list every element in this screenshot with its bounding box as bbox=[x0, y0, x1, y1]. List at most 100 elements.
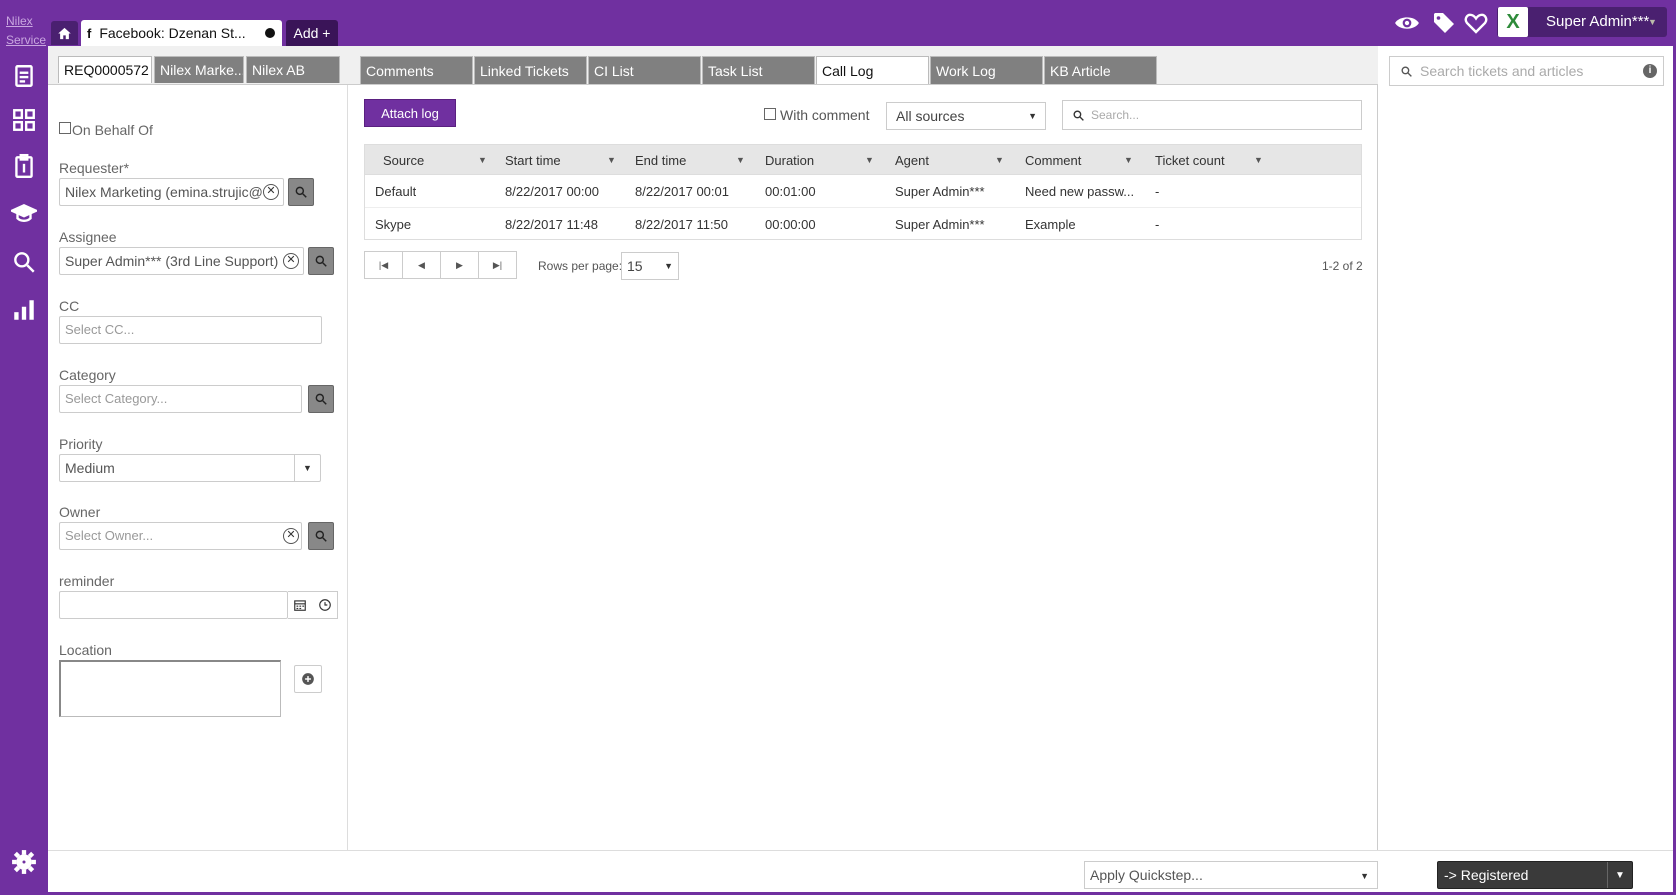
knowledge-icon[interactable] bbox=[8, 198, 40, 230]
status-button[interactable]: -> Registered ▼ bbox=[1437, 861, 1633, 889]
search-tickets-articles-input[interactable]: Search tickets and articles i bbox=[1389, 56, 1664, 86]
reports-icon[interactable] bbox=[8, 294, 40, 326]
column-header-ticket-count[interactable]: Ticket count bbox=[1155, 153, 1225, 168]
search-icon[interactable] bbox=[8, 246, 40, 278]
tickets-icon[interactable] bbox=[8, 60, 40, 92]
category-search-button[interactable] bbox=[308, 385, 334, 413]
dashboard-icon[interactable] bbox=[8, 104, 40, 136]
add-tab-button[interactable]: Add + bbox=[286, 20, 338, 46]
call-log-search-input[interactable]: Search... bbox=[1062, 100, 1362, 130]
chevron-down-icon[interactable]: ▼ bbox=[1124, 155, 1133, 165]
settings-gear-icon[interactable] bbox=[8, 846, 40, 878]
add-location-button[interactable] bbox=[294, 665, 322, 693]
brand-link[interactable]: Nilex Service bbox=[6, 12, 46, 50]
assignee-clear-icon[interactable]: ✕ bbox=[283, 253, 299, 269]
table-row[interactable]: Skype 8/22/2017 11:48 8/22/2017 11:50 00… bbox=[365, 208, 1361, 241]
user-name[interactable]: Super Admin*** bbox=[1546, 13, 1649, 30]
call-log-grid: Source ▼ Start time ▼ End time ▼ Duratio… bbox=[364, 144, 1362, 240]
column-header-source[interactable]: Source bbox=[383, 153, 424, 168]
owner-field[interactable]: Select Owner... bbox=[59, 522, 302, 550]
chevron-down-icon[interactable]: ▼ bbox=[736, 155, 745, 165]
watch-eye-icon[interactable] bbox=[1394, 10, 1420, 36]
tab-linked-tickets[interactable]: Linked Tickets bbox=[474, 56, 587, 84]
open-ticket-tab[interactable]: f Facebook: Dzenan St... bbox=[81, 20, 282, 46]
assignee-label: Assignee bbox=[59, 229, 117, 245]
cell-end-time: 8/22/2017 00:01 bbox=[635, 184, 729, 199]
location-textarea[interactable] bbox=[59, 660, 281, 717]
favorite-heart-icon[interactable] bbox=[1464, 10, 1488, 36]
owner-search-button[interactable] bbox=[308, 522, 334, 550]
cell-start-time: 8/22/2017 11:48 bbox=[505, 217, 599, 232]
source-filter-value: All sources bbox=[896, 108, 965, 124]
requester-clear-icon[interactable]: ✕ bbox=[263, 184, 279, 200]
category-field[interactable]: Select Category... bbox=[59, 385, 302, 413]
priority-select[interactable]: Medium bbox=[59, 454, 321, 482]
clock-icon[interactable] bbox=[318, 598, 332, 612]
open-ticket-tab-label: Facebook: Dzenan St... bbox=[99, 25, 246, 41]
search-icon bbox=[315, 255, 327, 267]
column-header-duration[interactable]: Duration bbox=[765, 153, 814, 168]
table-row[interactable]: Default 8/22/2017 00:00 8/22/2017 00:01 … bbox=[365, 175, 1361, 208]
column-header-comment[interactable]: Comment bbox=[1025, 153, 1081, 168]
tab-requester-org[interactable]: Nilex Marke... bbox=[154, 56, 244, 83]
detail-tab-strip: Comments Linked Tickets CI List Task Lis… bbox=[348, 46, 1378, 85]
cell-source: Default bbox=[375, 184, 417, 199]
column-header-start-time[interactable]: Start time bbox=[505, 153, 561, 168]
search-icon bbox=[315, 393, 327, 405]
info-icon[interactable]: i bbox=[1643, 64, 1657, 78]
chevron-down-icon[interactable]: ▼ bbox=[607, 155, 616, 165]
tab-company[interactable]: Nilex AB bbox=[246, 56, 340, 83]
clipboard-icon[interactable] bbox=[8, 150, 40, 182]
with-comment-checkbox[interactable] bbox=[764, 108, 776, 120]
tag-icon[interactable] bbox=[1432, 10, 1456, 36]
attach-log-button[interactable]: Attach log bbox=[364, 99, 456, 127]
requester-field[interactable]: Nilex Marketing (emina.strujic@ bbox=[59, 178, 284, 206]
prev-page-icon[interactable]: ◀ bbox=[402, 251, 441, 279]
owner-clear-icon[interactable]: ✕ bbox=[283, 528, 299, 544]
chevron-down-icon[interactable]: ▼ bbox=[1648, 17, 1657, 27]
first-page-icon[interactable]: |◀ bbox=[364, 251, 403, 279]
home-tab[interactable] bbox=[51, 21, 78, 45]
priority-label: Priority bbox=[59, 436, 103, 452]
category-placeholder: Select Category... bbox=[65, 391, 168, 406]
requester-search-button[interactable] bbox=[288, 178, 314, 206]
column-header-end-time[interactable]: End time bbox=[635, 153, 686, 168]
tab-kb-article[interactable]: KB Article bbox=[1044, 56, 1157, 84]
assignee-field[interactable]: Super Admin*** (3rd Line Support) bbox=[59, 247, 304, 275]
chevron-down-icon[interactable]: ▼ bbox=[1607, 862, 1632, 888]
owner-label: Owner bbox=[59, 504, 101, 520]
cell-ticket-count: - bbox=[1155, 184, 1160, 199]
unsaved-dot-icon[interactable] bbox=[265, 28, 275, 38]
pager: |◀ ◀ ▶ ▶| bbox=[364, 251, 517, 279]
chevron-down-icon[interactable]: ▼ bbox=[1254, 155, 1263, 165]
chevron-down-icon[interactable]: ▼ bbox=[995, 155, 1004, 165]
ticket-tab-strip: REQ0000572 Nilex Marke... Nilex AB bbox=[48, 46, 348, 85]
tab-task-list[interactable]: Task List bbox=[702, 56, 815, 84]
cc-field[interactable]: Select CC... bbox=[59, 316, 322, 344]
reminder-picker-buttons bbox=[288, 591, 338, 619]
tab-work-log[interactable]: Work Log bbox=[930, 56, 1043, 84]
search-placeholder: Search... bbox=[1091, 108, 1140, 122]
chevron-down-icon[interactable]: ▼ bbox=[865, 155, 874, 165]
quickstep-select[interactable]: Apply Quickstep... ▼ bbox=[1084, 861, 1378, 889]
reminder-date-input[interactable] bbox=[59, 591, 288, 619]
source-filter-select[interactable]: All sources ▼ bbox=[886, 102, 1046, 130]
tab-ticket-id[interactable]: REQ0000572 bbox=[58, 56, 152, 83]
rows-per-page-select[interactable]: 15 ▼ bbox=[621, 252, 679, 280]
cell-agent: Super Admin*** bbox=[895, 217, 985, 232]
assignee-search-button[interactable] bbox=[308, 247, 334, 275]
cell-comment: Need new passw... bbox=[1025, 184, 1135, 199]
next-page-icon[interactable]: ▶ bbox=[440, 251, 479, 279]
calendar-icon[interactable] bbox=[293, 598, 307, 612]
pager-count-info: 1-2 of 2 bbox=[1322, 259, 1363, 273]
tab-ci-list[interactable]: CI List bbox=[588, 56, 701, 84]
quickstep-placeholder: Apply Quickstep... bbox=[1090, 867, 1203, 883]
chevron-down-icon[interactable]: ▼ bbox=[294, 454, 320, 482]
on-behalf-checkbox[interactable] bbox=[59, 122, 71, 134]
cell-source: Skype bbox=[375, 217, 412, 232]
last-page-icon[interactable]: ▶| bbox=[478, 251, 517, 279]
tab-call-log[interactable]: Call Log bbox=[816, 56, 929, 84]
column-header-agent[interactable]: Agent bbox=[895, 153, 929, 168]
tab-comments[interactable]: Comments bbox=[360, 56, 473, 84]
chevron-down-icon[interactable]: ▼ bbox=[478, 155, 487, 165]
